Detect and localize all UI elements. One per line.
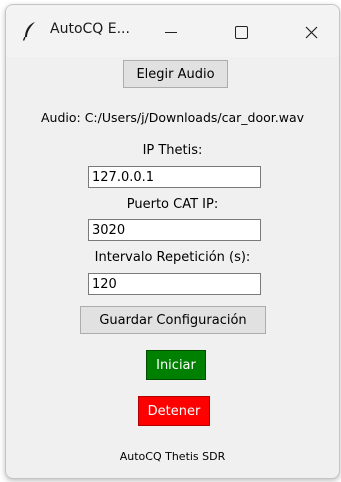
stop-button[interactable]: Detener — [138, 396, 210, 426]
ip-label: IP Thetis: — [142, 143, 203, 158]
port-input[interactable] — [88, 219, 261, 241]
minimize-button[interactable] — [147, 15, 195, 49]
start-button[interactable]: Iniciar — [146, 350, 206, 380]
port-label: Puerto CAT IP: — [126, 197, 219, 212]
window-title: AutoCQ E... — [50, 21, 130, 37]
interval-label: Intervalo Repetición (s): — [94, 250, 251, 265]
app-window: AutoCQ E... Elegir Audio Audio: C:/Users… — [5, 4, 340, 479]
audio-path-label: Audio: C:/Users/j/Downloads/car_door.wav — [40, 110, 305, 125]
feather-icon — [22, 22, 35, 41]
close-button[interactable] — [287, 15, 335, 49]
footer-label: AutoCQ Thetis SDR — [119, 450, 226, 463]
choose-audio-button[interactable]: Elegir Audio — [123, 60, 228, 88]
maximize-button[interactable] — [217, 15, 265, 49]
maximize-icon — [234, 25, 248, 39]
interval-input[interactable] — [88, 273, 261, 295]
save-config-button[interactable]: Guardar Configuración — [80, 306, 266, 334]
close-icon — [305, 26, 317, 38]
ip-input[interactable] — [88, 166, 261, 188]
title-bar[interactable]: AutoCQ E... — [6, 5, 339, 57]
minimize-icon — [165, 32, 177, 33]
